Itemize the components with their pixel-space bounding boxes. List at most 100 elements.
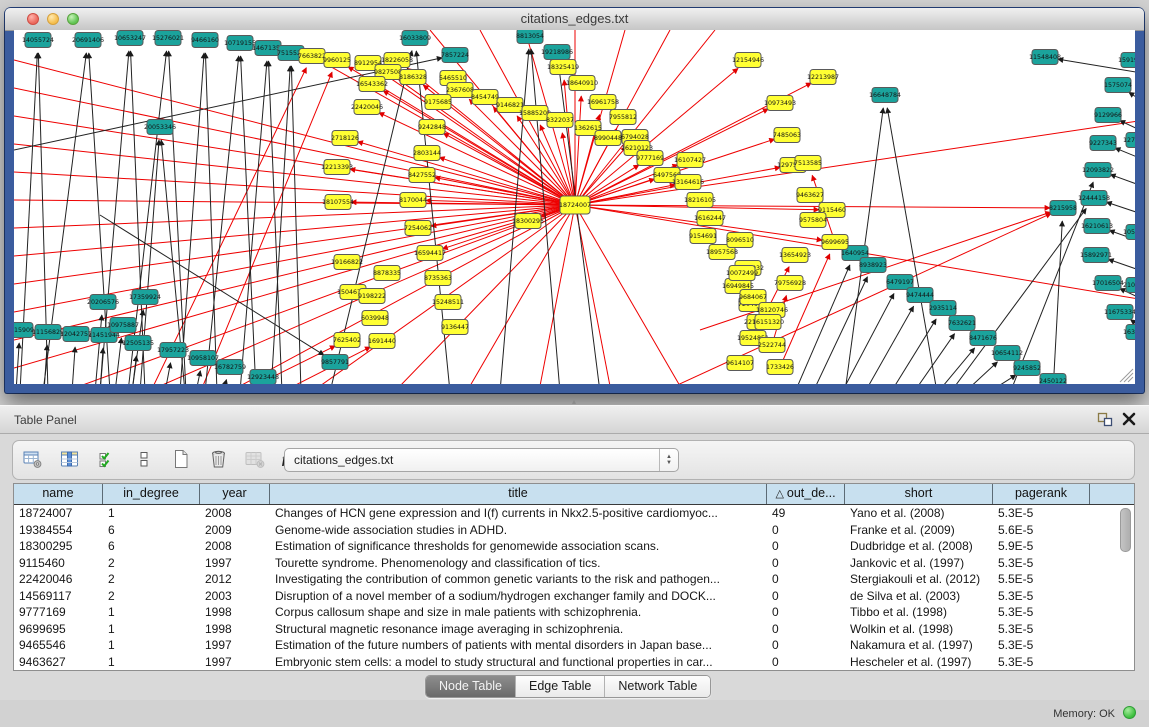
network-node[interactable]: 21034551 [1123, 278, 1135, 293]
network-node[interactable]: 15892971 [1080, 248, 1112, 263]
network-node[interactable]: 20206576 [87, 295, 119, 310]
network-node[interactable]: 9960125 [323, 53, 351, 68]
network-node[interactable]: 2935114 [929, 301, 957, 316]
table-settings-icon[interactable] [21, 446, 45, 472]
panel-splitter-handle[interactable]: ▴ [567, 398, 581, 405]
column-header-out_de[interactable]: △out_de... [767, 484, 845, 504]
network-node[interactable]: 8878335 [373, 266, 401, 281]
network-node[interactable]: 2450122 [1039, 374, 1067, 385]
window-titlebar[interactable]: citations_edges.txt [5, 8, 1144, 31]
network-node[interactable]: 22420046 [351, 100, 383, 115]
network-node[interactable]: 20691406 [72, 33, 104, 48]
table-row[interactable]: 946554611997Estimation of the future num… [14, 637, 1134, 654]
network-node[interactable]: 8322037 [546, 113, 574, 128]
network-node[interactable]: 9154691 [689, 229, 717, 244]
network-node[interactable]: 15248511 [432, 295, 464, 310]
tab-network-table[interactable]: Network Table [605, 676, 710, 697]
network-node[interactable]: 12213987 [807, 70, 839, 85]
table-row[interactable]: 1938455462009Genome-wide association stu… [14, 522, 1134, 539]
close-traffic-light-icon[interactable] [27, 13, 39, 25]
network-node[interactable]: 10072499 [726, 266, 758, 281]
network-node[interactable]: 7513585 [794, 156, 822, 171]
network-node[interactable]: 19166822 [331, 255, 363, 270]
network-node[interactable]: 16782759 [214, 360, 246, 375]
table-row[interactable]: 1872400712008Changes of HCN gene express… [14, 505, 1134, 522]
network-node[interactable]: 11675334 [1104, 305, 1135, 320]
column-header-pagerank[interactable]: pagerank [993, 484, 1090, 504]
network-node[interactable]: 9245852 [1013, 361, 1041, 376]
network-node[interactable]: 1691440 [368, 334, 396, 349]
network-node[interactable]: 10653247 [114, 31, 146, 46]
column-header-name[interactable]: name [14, 484, 103, 504]
network-node[interactable]: 18107554 [322, 195, 354, 210]
window-resize-grip-icon[interactable] [1120, 369, 1133, 382]
network-node[interactable]: 2803144 [413, 146, 441, 161]
network-node[interactable]: 8096510 [726, 233, 754, 248]
network-node[interactable]: 16594417 [414, 246, 446, 261]
network-node[interactable]: 8186328 [399, 70, 427, 85]
network-canvas[interactable]: 1405572420691406106532471527602194661601… [14, 30, 1135, 384]
network-node[interactable]: 13164616 [672, 175, 704, 190]
network-node[interactable]: 12505135 [122, 336, 154, 351]
network-node[interactable]: 9242848 [418, 120, 446, 135]
minimize-traffic-light-icon[interactable] [47, 13, 59, 25]
network-node[interactable]: 16543362 [356, 77, 388, 92]
network-node[interactable]: 9175685 [424, 95, 452, 110]
network-node[interactable]: 2522744 [758, 338, 786, 353]
vertical-scrollbar-thumb[interactable] [1120, 508, 1131, 552]
network-node[interactable]: 9777169 [636, 151, 664, 166]
column-header-in_degree[interactable]: in_degree [103, 484, 200, 504]
show-column-icon[interactable] [58, 446, 82, 472]
network-node[interactable]: 1733426 [766, 360, 794, 375]
network-node[interactable]: 9857791 [321, 355, 349, 370]
network-node[interactable]: 12923448 [247, 370, 279, 385]
network-node[interactable]: 19218986 [541, 45, 573, 60]
network-node[interactable]: 9227343 [1089, 136, 1117, 151]
network-node[interactable]: 12444158 [1078, 191, 1110, 206]
network-node[interactable]: 2718126 [331, 131, 359, 146]
network-node[interactable]: 1575074 [1104, 78, 1132, 93]
network-node[interactable]: 9575804 [799, 213, 827, 228]
network-node[interactable]: 8938923 [859, 258, 887, 273]
network-node[interactable]: 7625402 [333, 333, 361, 348]
network-node[interactable]: 9614107 [726, 356, 754, 371]
network-node[interactable]: 16961758 [587, 95, 619, 110]
network-node[interactable]: 18300295 [512, 214, 544, 229]
network-node[interactable]: 16151320 [752, 315, 784, 330]
network-node[interactable]: 12093822 [1082, 163, 1114, 178]
network-node[interactable]: 7955812 [609, 110, 637, 125]
delete-trash-icon[interactable] [206, 446, 230, 472]
network-node[interactable]: 16210613 [1081, 219, 1113, 234]
network-canvas-container[interactable]: 1405572420691406106532471527602194661601… [14, 30, 1135, 384]
network-node[interactable]: 6039948 [361, 311, 389, 326]
network-node[interactable]: 14055724 [22, 33, 54, 48]
float-window-icon[interactable] [1097, 412, 1113, 427]
network-node[interactable]: 8813054 [516, 30, 544, 44]
table-selector-dropdown[interactable]: citations_edges.txt ▲▼ [284, 448, 679, 472]
network-node[interactable]: 8454749 [471, 90, 499, 105]
tab-edge-table[interactable]: Edge Table [516, 676, 605, 697]
network-node[interactable]: 15276021 [152, 31, 184, 46]
network-node[interactable]: 8735363 [424, 271, 452, 286]
table-row[interactable]: 969969511998Structural magnetic resonanc… [14, 621, 1134, 638]
network-node[interactable]: 8170044 [399, 193, 427, 208]
network-node[interactable]: 16648784 [869, 88, 901, 103]
network-node[interactable]: 12774033 [1123, 133, 1135, 148]
select-all-columns-icon[interactable] [95, 446, 119, 472]
table-row[interactable]: 911546021997Tourette syndrome. Phenomeno… [14, 555, 1134, 572]
network-node[interactable]: 9129966 [1094, 108, 1122, 123]
zoom-traffic-light-icon[interactable] [67, 13, 79, 25]
network-node[interactable]: 18640910 [566, 76, 598, 91]
network-node[interactable]: 9699695 [821, 235, 849, 250]
table-row[interactable]: 946362711997Embryonic stem cells: a mode… [14, 654, 1134, 671]
network-node[interactable]: 16107427 [674, 153, 706, 168]
network-node[interactable]: 10973493 [764, 96, 796, 111]
network-node[interactable]: 18724007 [559, 196, 591, 214]
network-node[interactable]: 8471676 [969, 331, 997, 346]
network-node[interactable]: 16312445 [1123, 325, 1135, 340]
column-header-short[interactable]: short [845, 484, 993, 504]
network-node[interactable]: 9198222 [358, 289, 386, 304]
network-node[interactable]: 7485063 [773, 128, 801, 143]
network-node[interactable]: 7663822 [298, 49, 326, 64]
column-header-year[interactable]: year [200, 484, 270, 504]
